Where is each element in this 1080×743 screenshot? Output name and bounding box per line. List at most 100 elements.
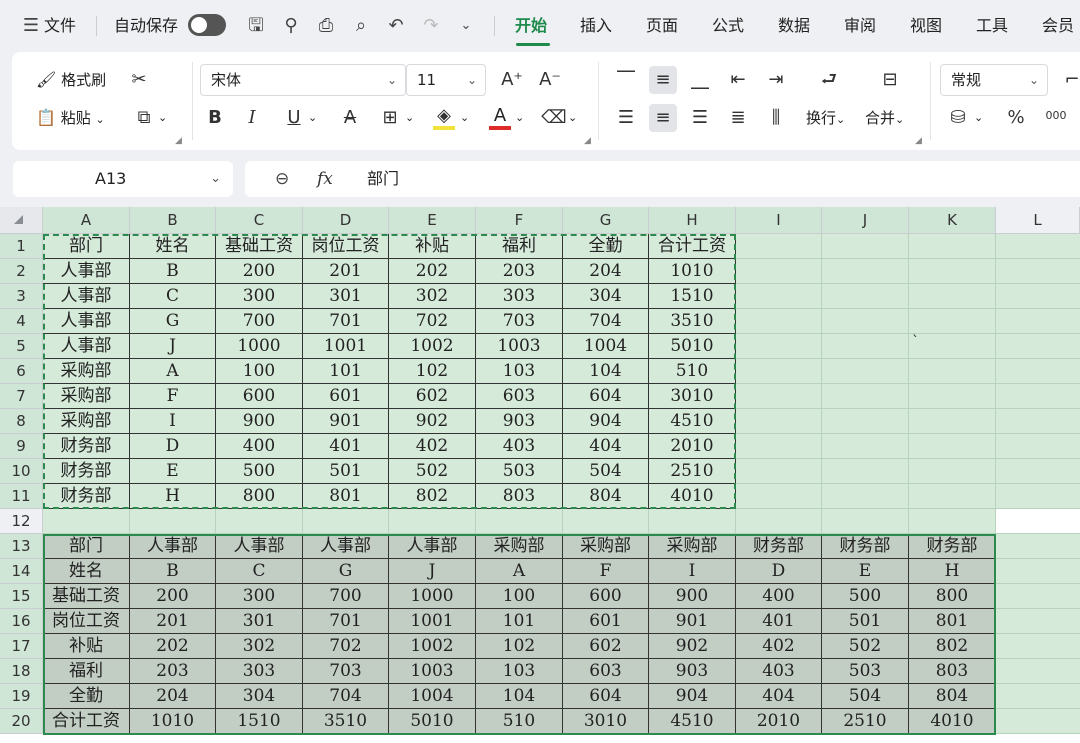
- table-cell[interactable]: 203: [130, 659, 216, 684]
- empty-cell[interactable]: [389, 509, 476, 534]
- empty-cell[interactable]: [996, 234, 1080, 259]
- row-header-13[interactable]: 13: [0, 534, 43, 559]
- table-cell[interactable]: 财务部: [43, 459, 130, 484]
- table-cell[interactable]: 200: [130, 584, 216, 609]
- row-header-6[interactable]: 6: [0, 359, 43, 384]
- table-cell[interactable]: 603: [563, 659, 649, 684]
- table-cell[interactable]: 财务部: [736, 534, 822, 559]
- empty-cell[interactable]: [822, 509, 909, 534]
- table-cell[interactable]: 401: [303, 434, 389, 459]
- number-format-icon[interactable]: ⌐: [1058, 66, 1080, 94]
- table-cell[interactable]: 1010: [130, 709, 216, 734]
- empty-cell[interactable]: [736, 284, 822, 309]
- column-header-k[interactable]: K: [909, 207, 996, 234]
- table-cell[interactable]: 502: [822, 634, 909, 659]
- table-cell[interactable]: A: [130, 359, 216, 384]
- table-cell[interactable]: 人事部: [303, 534, 389, 559]
- table-cell[interactable]: H: [909, 559, 996, 584]
- table-cell[interactable]: 姓名: [130, 234, 216, 259]
- table-cell[interactable]: 采购部: [563, 534, 649, 559]
- table-cell[interactable]: 4510: [649, 709, 736, 734]
- borders-icon[interactable]: ⊞: [376, 104, 404, 132]
- clipboard-launcher-icon[interactable]: ◢: [175, 136, 182, 146]
- table-cell[interactable]: 人事部: [43, 334, 130, 359]
- percent-button[interactable]: %: [1002, 104, 1030, 132]
- empty-cell[interactable]: [909, 459, 996, 484]
- distributed-icon[interactable]: ⫼: [762, 104, 790, 132]
- table-cell[interactable]: 504: [563, 459, 649, 484]
- number-format-select[interactable]: 常规 ⌄: [940, 64, 1048, 96]
- cut-icon[interactable]: ✂: [125, 66, 153, 94]
- table-cell[interactable]: 510: [476, 709, 563, 734]
- tab-formulas[interactable]: 公式: [712, 13, 744, 39]
- empty-cell[interactable]: [736, 409, 822, 434]
- table-cell[interactable]: 104: [563, 359, 649, 384]
- table-cell[interactable]: 采购部: [649, 534, 736, 559]
- table-cell[interactable]: 2010: [649, 434, 736, 459]
- print-icon[interactable]: ⎙: [313, 13, 339, 39]
- table-cell[interactable]: 301: [216, 609, 303, 634]
- table-cell[interactable]: 101: [476, 609, 563, 634]
- table-cell[interactable]: 人事部: [43, 284, 130, 309]
- empty-cell[interactable]: [130, 509, 216, 534]
- table-cell[interactable]: G: [303, 559, 389, 584]
- table-cell[interactable]: 602: [389, 384, 476, 409]
- table-cell[interactable]: 102: [476, 634, 563, 659]
- row-header-4[interactable]: 4: [0, 309, 43, 334]
- column-header-l[interactable]: L: [996, 207, 1080, 234]
- fx-icon[interactable]: fx: [317, 161, 333, 197]
- table-cell[interactable]: 204: [563, 259, 649, 284]
- column-header-h[interactable]: H: [649, 207, 736, 234]
- table-cell[interactable]: 1510: [216, 709, 303, 734]
- underline-chevron-icon[interactable]: ⌄: [308, 104, 317, 132]
- table-cell[interactable]: B: [130, 559, 216, 584]
- table-cell[interactable]: 601: [563, 609, 649, 634]
- table-cell[interactable]: 403: [736, 659, 822, 684]
- table-cell[interactable]: 900: [649, 584, 736, 609]
- table-cell[interactable]: 1000: [389, 584, 476, 609]
- table-cell[interactable]: 3510: [649, 309, 736, 334]
- table-cell[interactable]: 301: [303, 284, 389, 309]
- table-cell[interactable]: 102: [389, 359, 476, 384]
- column-header-g[interactable]: G: [563, 207, 649, 234]
- empty-cell[interactable]: [822, 434, 909, 459]
- empty-cell[interactable]: [996, 534, 1080, 559]
- row-header-11[interactable]: 11: [0, 484, 43, 509]
- table-cell[interactable]: 400: [736, 584, 822, 609]
- table-cell[interactable]: J: [130, 334, 216, 359]
- table-cell[interactable]: 203: [476, 259, 563, 284]
- table-cell[interactable]: 1001: [303, 334, 389, 359]
- table-cell[interactable]: 300: [216, 284, 303, 309]
- empty-cell[interactable]: [822, 409, 909, 434]
- currency-icon[interactable]: ⛁: [944, 104, 972, 132]
- empty-cell[interactable]: [736, 359, 822, 384]
- table-cell[interactable]: 101: [303, 359, 389, 384]
- copy-icon[interactable]: ⧉: [130, 104, 158, 132]
- table-cell[interactable]: 201: [130, 609, 216, 634]
- thousands-separator-button[interactable]: 000: [1042, 102, 1070, 130]
- table-cell[interactable]: 1001: [389, 609, 476, 634]
- table-cell[interactable]: 902: [389, 409, 476, 434]
- empty-cell[interactable]: [996, 509, 1080, 534]
- empty-cell[interactable]: [909, 309, 996, 334]
- merge-icon[interactable]: ⊟: [876, 66, 904, 94]
- empty-cell[interactable]: [736, 259, 822, 284]
- empty-cell[interactable]: [996, 659, 1080, 684]
- table-cell[interactable]: 4510: [649, 409, 736, 434]
- table-cell[interactable]: 701: [303, 309, 389, 334]
- empty-cell[interactable]: [216, 509, 303, 534]
- empty-cell[interactable]: [822, 484, 909, 509]
- table-cell[interactable]: 1002: [389, 334, 476, 359]
- row-header-3[interactable]: 3: [0, 284, 43, 309]
- table-cell[interactable]: 803: [476, 484, 563, 509]
- empty-cell[interactable]: [996, 409, 1080, 434]
- empty-cell[interactable]: [563, 509, 649, 534]
- table-cell[interactable]: 801: [303, 484, 389, 509]
- empty-cell[interactable]: [822, 234, 909, 259]
- table-cell[interactable]: 904: [649, 684, 736, 709]
- tab-tools[interactable]: 工具: [976, 13, 1008, 39]
- table-cell[interactable]: 800: [909, 584, 996, 609]
- share-icon[interactable]: ⚲: [278, 13, 304, 39]
- table-cell[interactable]: 504: [822, 684, 909, 709]
- file-menu[interactable]: 文件: [44, 13, 76, 39]
